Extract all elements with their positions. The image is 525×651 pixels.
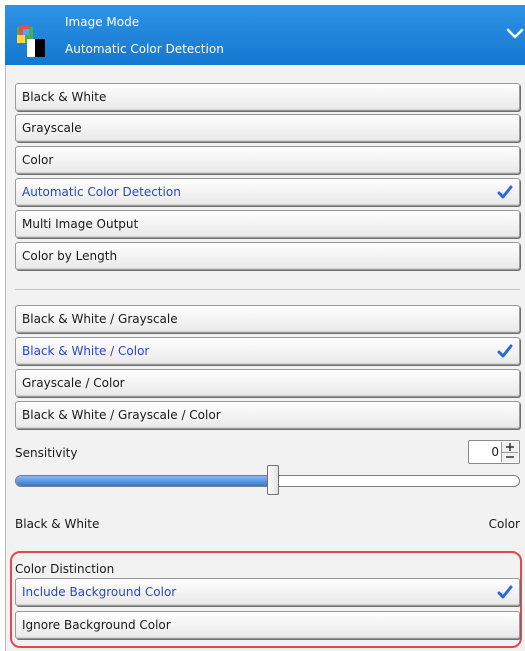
section-divider — [15, 289, 520, 290]
option-automatic-color-detection[interactable]: Automatic Color Detection — [15, 178, 520, 206]
image-mode-icon — [17, 25, 45, 57]
option-multi-image-output[interactable]: Multi Image Output — [15, 210, 520, 238]
option-grayscale-color[interactable]: Grayscale / Color — [15, 369, 520, 397]
option-label: Multi Image Output — [22, 217, 139, 231]
option-bw-grayscale[interactable]: Black & White / Grayscale — [15, 305, 520, 333]
option-black-white[interactable]: Black & White — [15, 83, 520, 111]
option-grayscale[interactable]: Grayscale — [15, 114, 520, 142]
chevron-down-icon[interactable] — [505, 23, 525, 43]
checkmark-icon — [497, 344, 513, 358]
option-include-background[interactable]: Include Background Color — [15, 578, 520, 606]
option-bw-grayscale-color[interactable]: Black & White / Grayscale / Color — [15, 401, 520, 429]
option-label: Ignore Background Color — [22, 618, 171, 632]
checkmark-icon — [497, 585, 513, 599]
image-mode-header[interactable]: Image Mode Automatic Color Detection — [5, 5, 525, 65]
option-label: Black & White / Grayscale — [22, 312, 178, 326]
header-subtitle: Automatic Color Detection — [65, 42, 224, 56]
option-label: Black & White — [22, 90, 107, 104]
spin-arrows — [501, 442, 518, 462]
slider-max-label: Color — [488, 517, 520, 531]
sensitivity-label: Sensitivity — [15, 446, 78, 460]
option-label: Grayscale — [22, 121, 82, 135]
spin-down-icon[interactable] — [502, 452, 518, 462]
sensitivity-slider-fill — [16, 476, 274, 486]
option-color[interactable]: Color — [15, 146, 520, 174]
slider-min-label: Black & White — [15, 517, 100, 531]
header-title: Image Mode — [65, 15, 140, 29]
option-ignore-background[interactable]: Ignore Background Color — [15, 611, 520, 639]
sensitivity-slider-thumb[interactable] — [266, 465, 279, 495]
checkmark-icon — [497, 185, 513, 199]
option-label: Grayscale / Color — [22, 376, 125, 390]
option-label: Black & White / Color — [22, 344, 150, 358]
option-bw-color[interactable]: Black & White / Color — [15, 337, 520, 365]
option-label: Include Background Color — [22, 585, 177, 599]
sensitivity-value: 0 — [491, 445, 499, 459]
option-label: Automatic Color Detection — [22, 185, 181, 199]
option-color-by-length[interactable]: Color by Length — [15, 242, 520, 270]
option-label: Color by Length — [22, 249, 118, 263]
color-distinction-label: Color Distinction — [15, 562, 115, 576]
sensitivity-spinbox[interactable]: 0 — [468, 440, 520, 464]
option-label: Black & White / Grayscale / Color — [22, 408, 221, 422]
option-label: Color — [22, 153, 54, 167]
